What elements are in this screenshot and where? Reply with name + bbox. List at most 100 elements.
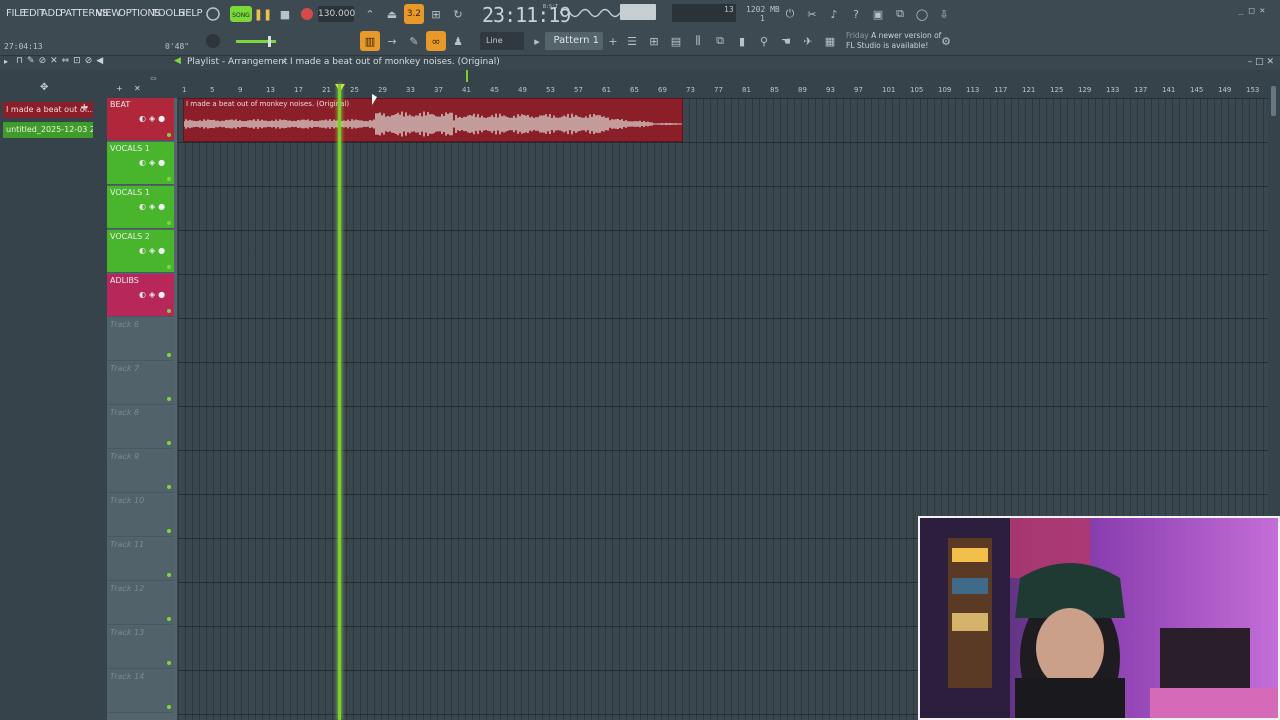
window-controls[interactable]: _ □ ✕	[1238, 6, 1265, 16]
add-pattern-icon[interactable]: +	[603, 31, 623, 51]
track-header[interactable]: Track 10	[107, 494, 174, 537]
audio-clip-beat[interactable]: I made a beat out of monkey noises. (Ori…	[183, 98, 683, 142]
plug-icon[interactable]: ⚲	[754, 31, 774, 51]
track-enable-led[interactable]	[167, 133, 171, 137]
playlist-menu-icon[interactable]: ▸	[4, 57, 8, 66]
help-icon[interactable]: ?	[846, 4, 866, 24]
track-header[interactable]: Track 14	[107, 670, 174, 713]
scrollbar-thumb[interactable]	[1271, 86, 1276, 116]
picker-item[interactable]: untitled_2025-12-03 20-...	[3, 122, 93, 138]
blend-notes-icon[interactable]: ⊞	[426, 4, 446, 24]
performance-icon[interactable]: ✈	[798, 31, 818, 51]
browser-icon[interactable]: ⧉	[710, 31, 730, 51]
notes-icon[interactable]: ▦	[820, 31, 840, 51]
add-clip-icon[interactable]: +	[80, 102, 88, 113]
mixer-icon[interactable]: ⫼	[688, 31, 708, 51]
channel-rack-icon[interactable]: ⊞	[644, 31, 664, 51]
menu-help[interactable]: HELP	[178, 8, 203, 19]
track-header[interactable]: Track 13	[107, 626, 174, 669]
memory-value: 1202 MB	[746, 5, 780, 14]
time-right: 0'48"	[165, 42, 190, 51]
track-mute-solo-icons[interactable]: ◐◈●	[139, 202, 168, 211]
tools-icon[interactable]: ✂	[802, 4, 822, 24]
arrow-icon[interactable]: →	[382, 31, 402, 51]
song-mode-toggle[interactable]: SONG	[230, 6, 252, 22]
stamp-icon[interactable]: ♟	[448, 31, 468, 51]
touch-icon[interactable]: ☚	[776, 31, 796, 51]
track-header[interactable]: VOCALS 1 ◐◈●	[107, 142, 174, 185]
record-mode-icon[interactable]	[203, 4, 223, 24]
track-header[interactable]: Track 7	[107, 362, 174, 405]
pause-icon[interactable]: ❚❚	[253, 4, 273, 24]
playlist-tools-icons[interactable]: ⊓✎⊘✕⇔⊡⊘◀	[16, 56, 107, 66]
link-icon[interactable]: ∞	[426, 31, 446, 51]
tempo-display[interactable]: 130.000	[318, 6, 355, 22]
track-enable-led[interactable]	[167, 529, 171, 533]
fl-studio-window: FILE EDIT ADD PATTERNS VIEW OPTIONS TOOL…	[0, 0, 1280, 720]
track-header[interactable]: Track 12	[107, 582, 174, 625]
track-enable-led[interactable]	[167, 573, 171, 577]
track-enable-led[interactable]	[167, 309, 171, 313]
track-enable-led[interactable]	[167, 705, 171, 709]
countdown-icon[interactable]: 3.2	[404, 4, 424, 24]
metronome-icon[interactable]: ⌃	[360, 4, 380, 24]
track-name: ADLIBS	[110, 276, 139, 285]
ruler-tick: 61	[602, 86, 611, 94]
master-volume-handle[interactable]	[268, 36, 271, 47]
microphone-icon[interactable]: ♪	[824, 4, 844, 24]
track-enable-led[interactable]	[167, 353, 171, 357]
track-enable-led[interactable]	[167, 441, 171, 445]
download-icon[interactable]: ⇩	[934, 4, 954, 24]
track-header[interactable]: BEAT ◐◈●	[107, 98, 174, 141]
master-pitch-knob[interactable]	[203, 31, 223, 51]
power-icon[interactable]: ⏻	[780, 4, 800, 24]
stop-icon[interactable]: ■	[275, 4, 295, 24]
piano-roll-icon[interactable]: ▥	[360, 31, 380, 51]
plugin-icon[interactable]: ⧉	[890, 4, 910, 24]
expand-icon[interactable]: ⇔	[150, 74, 157, 83]
track-header[interactable]: VOCALS 1 ◐◈●	[107, 186, 174, 229]
track-header[interactable]: Track 11	[107, 538, 174, 581]
snap-select[interactable]: Line	[480, 32, 524, 50]
draw-icon[interactable]: ✎	[404, 31, 424, 51]
save-icon[interactable]: ▣	[868, 4, 888, 24]
track-header[interactable]: Track 8	[107, 406, 174, 449]
track-enable-led[interactable]	[167, 265, 171, 269]
track-name: Track 13	[110, 628, 145, 637]
track-mute-solo-icons[interactable]: ◐◈●	[139, 290, 168, 299]
loop-marker[interactable]	[466, 70, 468, 82]
track-enable-led[interactable]	[167, 617, 171, 621]
playlist-window-controls[interactable]: – □ ✕	[1248, 57, 1274, 67]
news-panel[interactable]: Friday A newer version of FL Studio is a…	[846, 31, 941, 51]
track-enable-led[interactable]	[167, 221, 171, 225]
track-name: Track 14	[110, 672, 145, 681]
track-header[interactable]: VOCALS 2 ◐◈●	[107, 230, 174, 273]
track-mute-solo-icons[interactable]: ◐◈●	[139, 158, 168, 167]
settings-icon[interactable]: ⚙	[936, 31, 956, 51]
ruler-tick: 117	[994, 86, 1008, 94]
track-enable-led[interactable]	[167, 661, 171, 665]
track-header[interactable]: Track 9	[107, 450, 174, 493]
record-icon[interactable]	[297, 4, 317, 24]
wait-input-icon[interactable]: ⏏	[382, 4, 402, 24]
track-header[interactable]: ADLIBS ◐◈●	[107, 274, 174, 317]
ruler-tick: 77	[714, 86, 723, 94]
chat-icon[interactable]: ◯	[912, 4, 932, 24]
track-enable-led[interactable]	[167, 397, 171, 401]
track-enable-led[interactable]	[167, 485, 171, 489]
move-icon[interactable]: ✥	[40, 82, 48, 93]
add-track-icon[interactable]: +	[116, 84, 123, 93]
snap-arrow-icon[interactable]: ▸	[527, 31, 547, 51]
track-mute-solo-icons[interactable]: ◐◈●	[139, 114, 168, 123]
close-track-icon[interactable]: ✕	[134, 84, 141, 93]
track-header[interactable]: Track 6	[107, 318, 174, 361]
pattern-select[interactable]: Pattern 1	[545, 32, 603, 50]
file-icon[interactable]: ▮	[732, 31, 752, 51]
track-mute-solo-icons[interactable]: ◐◈●	[139, 246, 168, 255]
playlist-icon[interactable]: ☰	[622, 31, 642, 51]
loop-record-icon[interactable]: ↻	[448, 4, 468, 24]
piano-icon[interactable]: ▤	[666, 31, 686, 51]
ruler-tick: 149	[1218, 86, 1232, 94]
track-enable-led[interactable]	[167, 177, 171, 181]
playlist-play-icon[interactable]: ◀	[174, 56, 181, 66]
